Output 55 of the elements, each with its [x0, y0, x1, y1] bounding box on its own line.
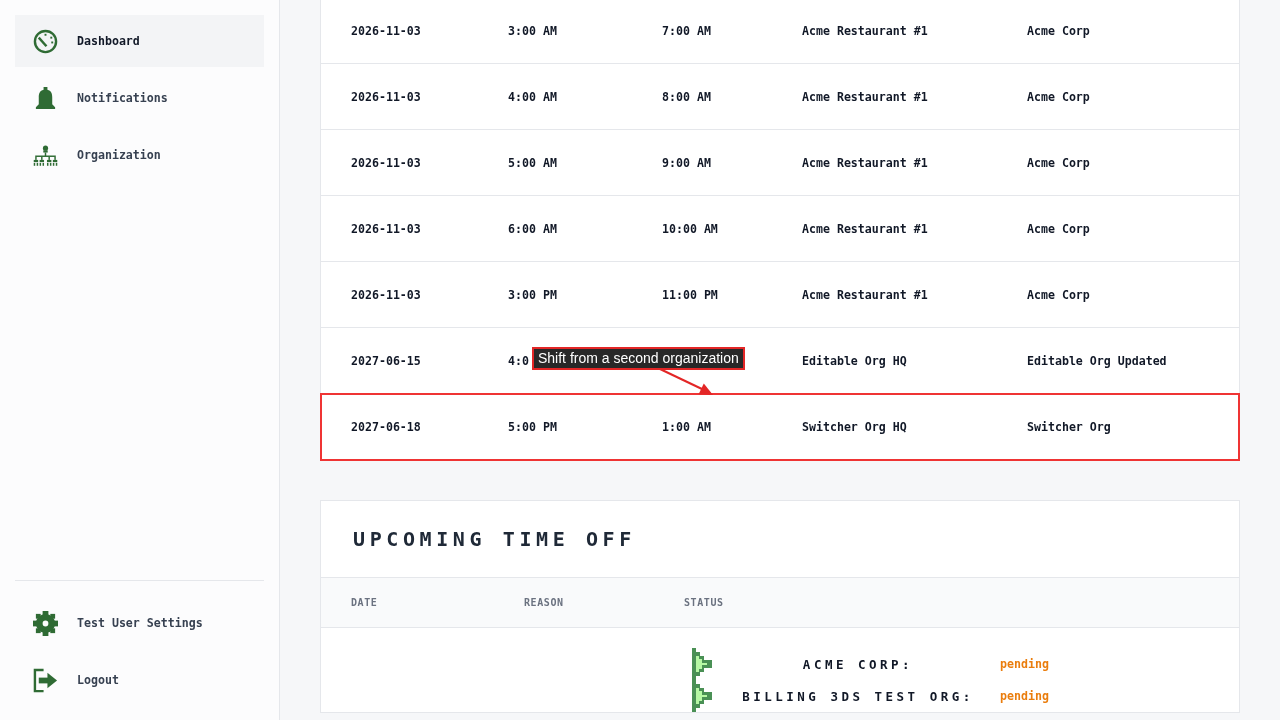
table-cell: Editable Org Updated	[1027, 353, 1167, 368]
table-cell: 9:00 AM	[662, 155, 711, 170]
table-cell: 5:00 PM	[508, 419, 557, 434]
annotation-label: Shift from a second organization	[532, 347, 745, 370]
nav-link[interactable]: Dashboard	[15, 15, 264, 67]
table-cell: Acme Restaurant #1	[802, 287, 928, 302]
table-cell: Acme Corp	[1027, 287, 1090, 302]
pennant-icon	[692, 648, 712, 680]
table-cell: Acme Corp	[1027, 155, 1090, 170]
table-cell: Switcher Org HQ	[802, 419, 907, 434]
table-cell: 5:00 AM	[508, 155, 557, 170]
table-cell: 4:0	[508, 353, 529, 368]
table-cell: Acme Restaurant #1	[802, 23, 928, 38]
table-cell: Acme Corp	[1027, 89, 1090, 104]
column-header: STATUS	[684, 597, 724, 608]
table-cell: 2026-11-03	[351, 89, 421, 104]
column-header: DATE	[351, 597, 378, 608]
table-cell: Editable Org HQ	[802, 353, 907, 368]
table-cell: Acme Restaurant #1	[802, 89, 928, 104]
status-text: pending	[1000, 657, 1049, 671]
nav-link[interactable]: Notifications	[15, 72, 264, 124]
table-cell: 3:00 PM	[508, 287, 557, 302]
table-cell: Switcher Org	[1027, 419, 1111, 434]
table-cell: 3:00 AM	[508, 23, 557, 38]
table-cell: 6:00 AM	[508, 221, 557, 236]
table-cell: 2026-11-03	[351, 155, 421, 170]
table-cell: 1:00 AM	[662, 419, 711, 434]
section-title: UPCOMING TIME OFF	[353, 527, 636, 551]
status-text: pending	[1000, 689, 1049, 703]
nav-link[interactable]: Organization	[15, 129, 264, 181]
organization-label: ACME CORP:	[802, 656, 914, 672]
table-cell: 2027-06-18	[351, 419, 421, 434]
table-cell: 10:00 AM	[662, 221, 718, 236]
table-cell: 11:00 PM	[662, 287, 718, 302]
table-cell: Acme Corp	[1027, 23, 1090, 38]
table-cell: Acme Restaurant #1	[802, 221, 928, 236]
table-cell: Acme Restaurant #1	[802, 155, 928, 170]
nav-link[interactable]: Logout	[15, 654, 264, 706]
table-cell: 8:00 AM	[662, 89, 711, 104]
table-cell: 2026-11-03	[351, 287, 421, 302]
pennant-icon	[692, 680, 712, 712]
table-cell: 2026-11-03	[351, 23, 421, 38]
gauge-icon	[33, 28, 58, 54]
annotation-arrow	[658, 368, 714, 396]
organization-label: BILLING 3DS TEST ORG:	[742, 688, 974, 704]
bell-icon	[33, 85, 58, 111]
settings-icon	[33, 610, 58, 636]
table-cell: Acme Corp	[1027, 221, 1090, 236]
table-cell: 2027-06-15	[351, 353, 421, 368]
column-header: REASON	[524, 597, 564, 608]
nav-link[interactable]: Test User Settings	[15, 597, 264, 649]
table-cell: 7:00 AM	[662, 23, 711, 38]
logout-icon	[33, 667, 58, 693]
table-cell: 2026-11-03	[351, 221, 421, 236]
table-cell: 4:00 AM	[508, 89, 557, 104]
